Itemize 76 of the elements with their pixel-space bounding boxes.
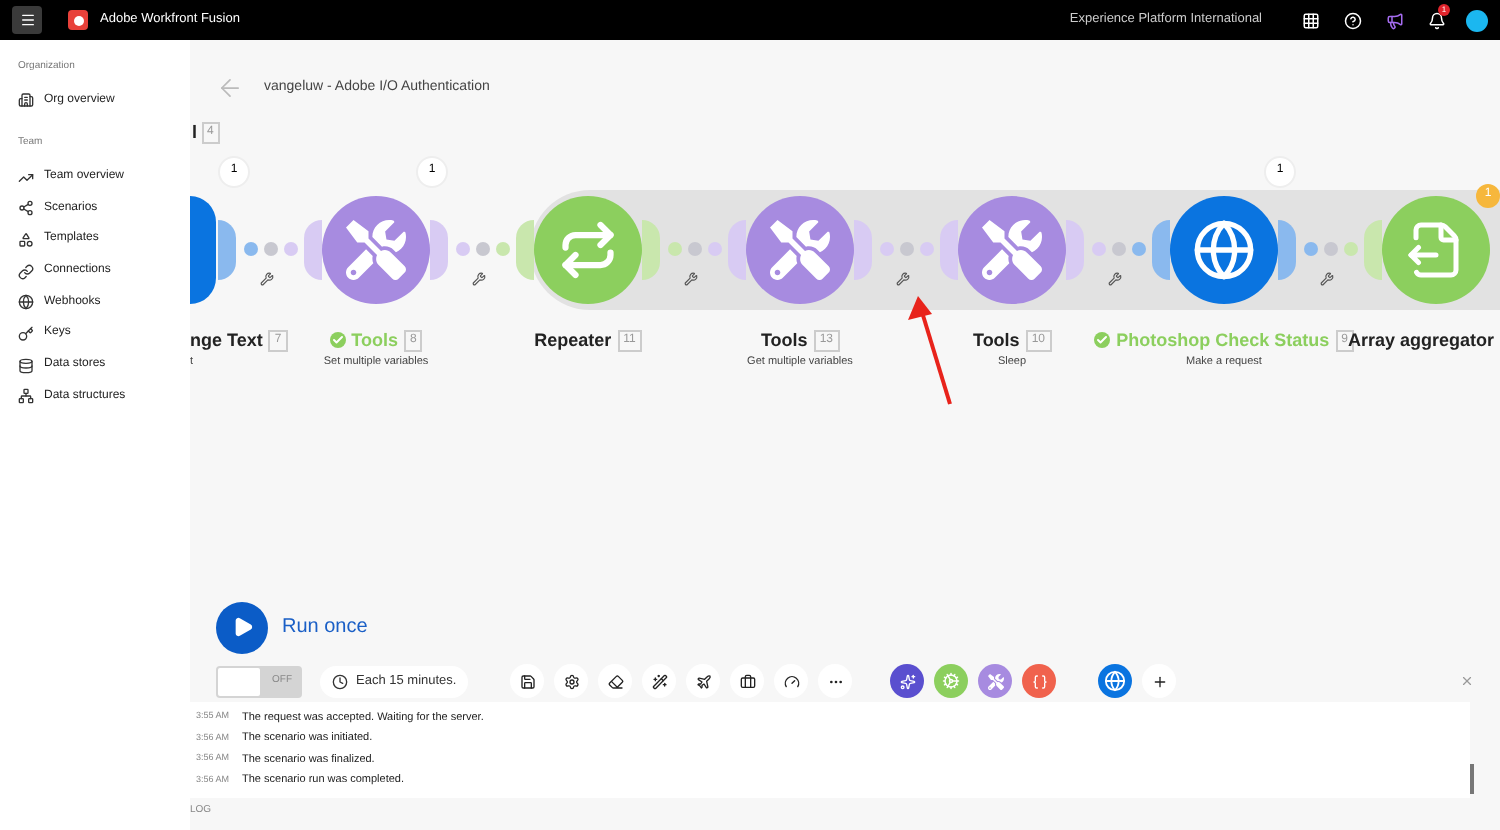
network-icon — [18, 388, 34, 405]
notifications-icon[interactable] — [1428, 11, 1446, 29]
building-icon — [18, 92, 34, 109]
magic-wand-button[interactable] — [642, 664, 677, 698]
tools-icon — [770, 219, 830, 279]
trend-line-icon — [18, 169, 34, 186]
gauge-icon — [783, 673, 800, 689]
repeat-icon — [558, 219, 618, 279]
menu-button[interactable] — [12, 6, 42, 34]
help-icon[interactable] — [1344, 11, 1362, 29]
add-favorite-button[interactable] — [1142, 664, 1177, 698]
tools-icon — [346, 219, 406, 279]
annotation-arrow — [908, 296, 952, 405]
tools-icon — [987, 673, 1004, 689]
braces-icon — [1031, 673, 1048, 689]
plus-icon — [1151, 673, 1168, 689]
eraser-icon — [607, 673, 624, 689]
filter-wrench-icon[interactable] — [1108, 271, 1122, 285]
magic-wand-icon — [651, 673, 668, 689]
module-connector — [218, 219, 322, 279]
clock-icon — [332, 673, 348, 689]
filter-wrench-icon[interactable] — [260, 271, 274, 285]
plane-button[interactable] — [686, 664, 721, 698]
close-icon[interactable] — [1460, 674, 1474, 688]
save-button[interactable] — [510, 664, 545, 698]
tools-button[interactable] — [978, 664, 1013, 698]
briefcase-icon — [739, 673, 756, 689]
success-check-icon — [329, 332, 346, 349]
http-favorite-button[interactable] — [1098, 664, 1133, 698]
module-connector — [1278, 219, 1382, 279]
megaphone-icon[interactable] — [1386, 11, 1404, 29]
filter-wrench-icon[interactable] — [472, 271, 486, 285]
share-icon — [18, 200, 34, 217]
globe-icon — [1192, 217, 1256, 281]
success-check-icon — [1094, 332, 1111, 349]
module-label: Tools — [972, 327, 1020, 353]
shapes-icon — [18, 231, 34, 248]
run-once-button[interactable] — [216, 601, 268, 653]
database-icon — [18, 357, 34, 374]
module-label: l — [192, 120, 198, 146]
settings-icon — [563, 673, 580, 689]
braces-tool-button[interactable] — [1022, 664, 1057, 698]
tools-icon — [982, 219, 1042, 279]
globe-icon — [1104, 670, 1127, 692]
avatar[interactable] — [1466, 9, 1488, 31]
gear-icon — [942, 672, 961, 690]
link-icon — [18, 263, 34, 280]
module-label: nge Text — [190, 327, 263, 354]
module-label: Array aggregator — [1347, 327, 1494, 354]
save-icon — [519, 673, 536, 689]
apps-grid-icon[interactable] — [1302, 11, 1320, 29]
briefcase-button[interactable] — [730, 664, 765, 698]
module-connector — [430, 219, 534, 279]
eraser-button[interactable] — [598, 664, 633, 698]
plane-icon — [695, 673, 712, 689]
sparkles-icon — [899, 673, 916, 689]
run-once-label[interactable]: Run once — [282, 612, 368, 642]
filter-wrench-icon[interactable] — [684, 271, 698, 285]
module-connector — [854, 219, 958, 279]
flow-control-button[interactable] — [890, 664, 925, 698]
scrollbar-thumb — [1470, 763, 1474, 793]
globe-icon — [18, 294, 34, 311]
gauge-button[interactable] — [774, 664, 809, 698]
module-connector — [642, 219, 746, 279]
module-connector — [1066, 219, 1170, 279]
module-label: Repeater — [534, 327, 612, 354]
app-logo-icon — [68, 10, 88, 30]
play-icon — [231, 616, 253, 638]
module-label: Tools — [351, 327, 398, 353]
filter-wrench-icon[interactable] — [896, 271, 910, 285]
filter-wrench-icon[interactable] — [1320, 271, 1334, 285]
key-icon — [18, 325, 34, 342]
settings-button[interactable] — [554, 664, 589, 698]
menu-icon — [19, 12, 35, 28]
module-label: Tools — [760, 327, 808, 353]
module-label: Photoshop Check Status — [1116, 327, 1330, 354]
